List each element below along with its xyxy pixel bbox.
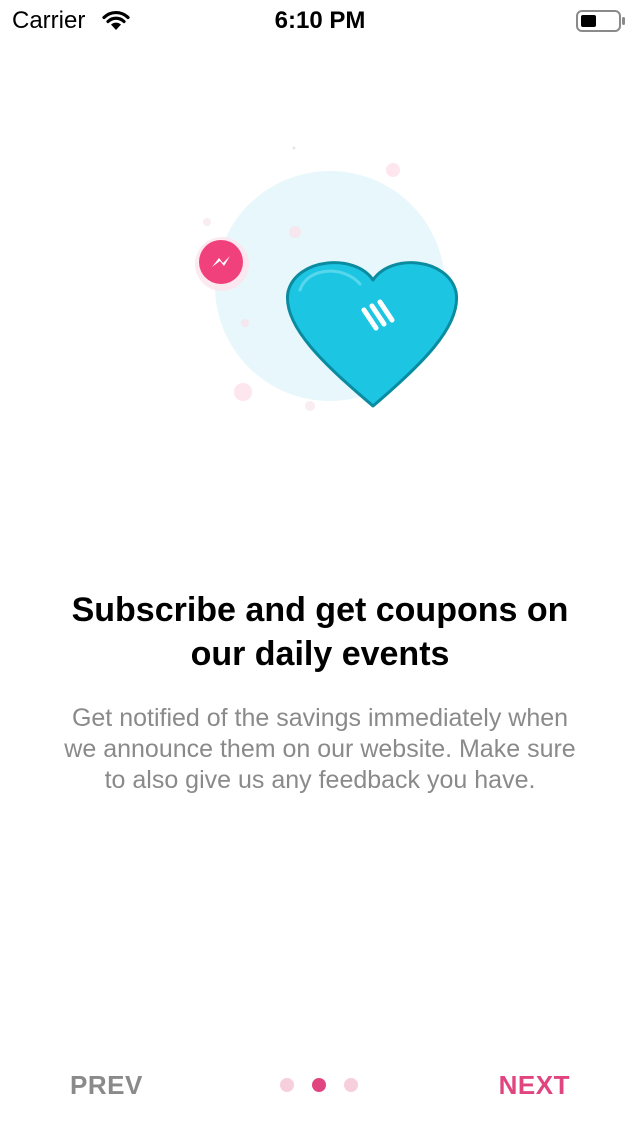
subscribe-illustration [195,146,459,411]
next-button[interactable]: NEXT [499,1070,570,1101]
page-dot-1[interactable] [280,1078,294,1092]
decor-dot [203,218,211,226]
page-dot-2[interactable] [312,1078,326,1092]
decor-dot [386,163,400,177]
page-description: Get notified of the savings immediately … [64,704,576,794]
decor-dot [234,383,252,401]
status-time: 6:10 PM [274,7,366,34]
decor-dot [289,226,301,238]
prev-button[interactable]: PREV [70,1070,143,1101]
battery-icon [576,10,625,32]
decor-dot [305,401,315,411]
decor-dot [241,319,249,327]
page-title: Subscribe and get coupons on our daily e… [71,591,569,673]
status-bar: Carrier 6:10 PM [0,0,640,40]
onboarding-screen: Carrier 6:10 PM Subscribe and get coupon… [0,0,640,1136]
page-indicator [280,1078,360,1094]
messenger-icon [195,237,249,291]
decor-dot [292,146,296,150]
page-dot-3[interactable] [344,1078,358,1092]
